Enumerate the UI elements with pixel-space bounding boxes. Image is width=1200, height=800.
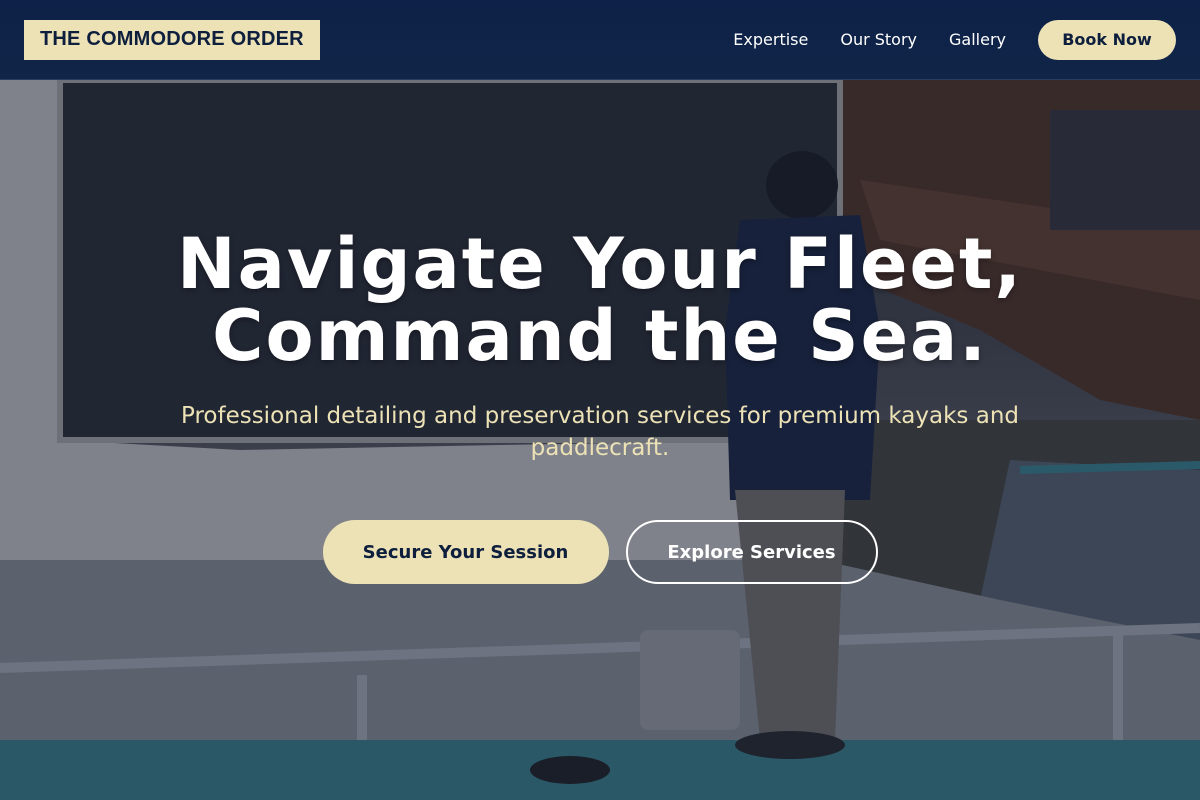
hero-subtitle: Professional detailing and preservation … — [180, 403, 1019, 461]
nav-link-our-story[interactable]: Our Story — [840, 30, 917, 49]
hero-actions: Secure Your Session Explore Services — [0, 520, 1200, 584]
hero-title: Navigate Your Fleet, Command the Sea. — [0, 228, 1200, 372]
nav-link-expertise[interactable]: Expertise — [733, 30, 808, 49]
main-nav: Expertise Our Story Gallery Book Now — [733, 19, 1176, 60]
hero-title-line-1: Navigate Your Fleet, — [177, 223, 1023, 305]
hero-title-line-2: Command the Sea. — [212, 295, 988, 377]
hero-section: Navigate Your Fleet, Command the Sea. Pr… — [0, 228, 1200, 584]
secure-session-button[interactable]: Secure Your Session — [322, 520, 609, 584]
brand-logo[interactable]: THE COMMODORE ORDER — [24, 19, 320, 60]
nav-link-gallery[interactable]: Gallery — [949, 30, 1006, 49]
explore-services-button[interactable]: Explore Services — [625, 520, 878, 584]
site-header: THE COMMODORE ORDER Expertise Our Story … — [0, 0, 1200, 80]
book-now-button[interactable]: Book Now — [1038, 19, 1176, 60]
